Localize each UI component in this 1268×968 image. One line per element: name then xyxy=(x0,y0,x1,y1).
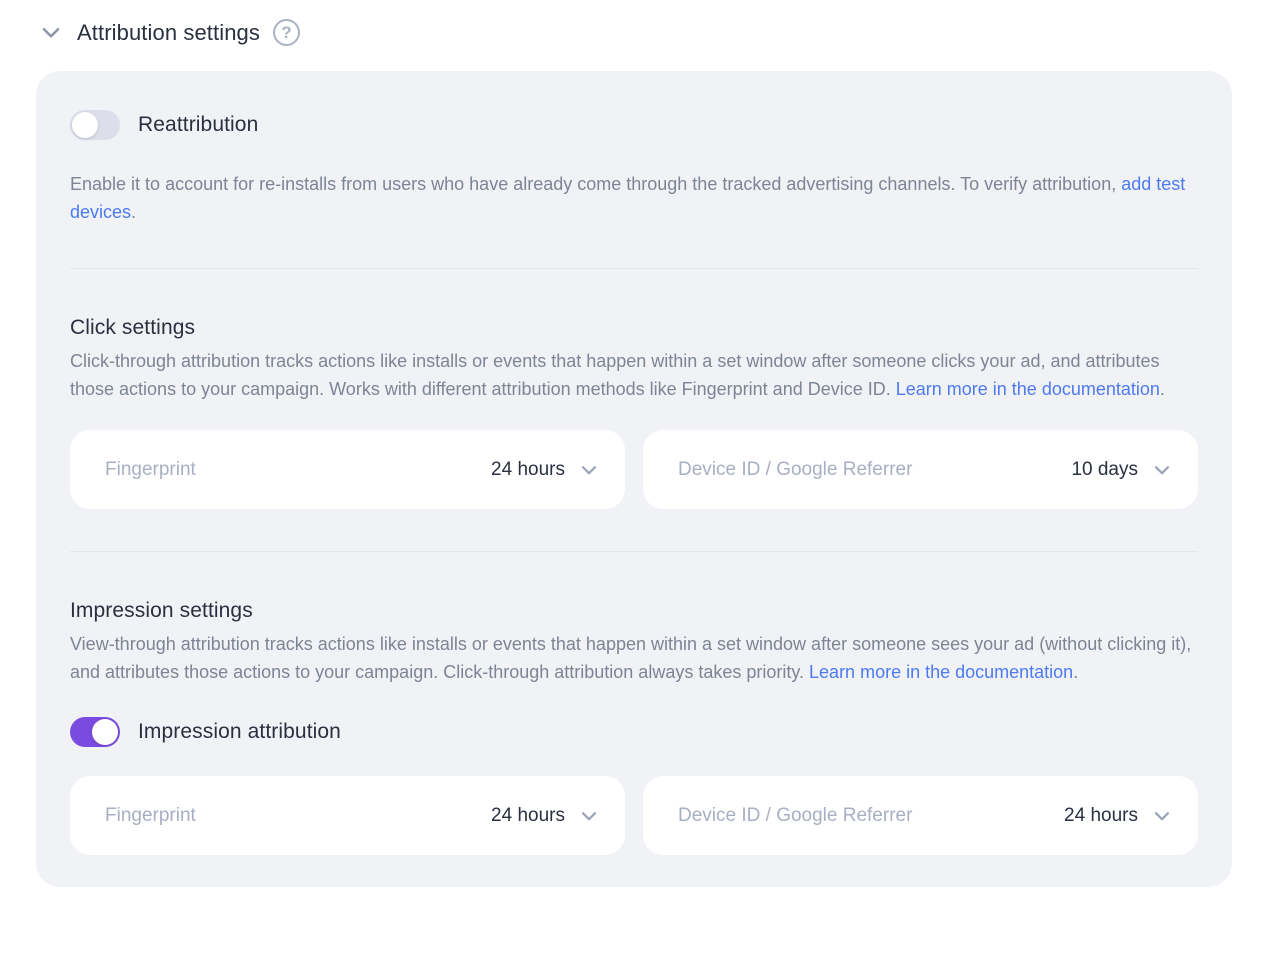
impression-settings-description: View-through attribution tracks actions … xyxy=(70,630,1198,686)
impression-attribution-toggle[interactable] xyxy=(70,717,120,747)
click-fingerprint-select[interactable]: Fingerprint 24 hours xyxy=(70,430,625,509)
click-settings-docs-link[interactable]: Learn more in the documentation xyxy=(896,379,1160,399)
select-value: 24 hours xyxy=(1064,805,1138,827)
click-settings-fields: Fingerprint 24 hours Device ID / Google … xyxy=(70,430,1198,509)
section-divider xyxy=(70,551,1198,552)
chevron-down-icon xyxy=(1151,805,1173,827)
chevron-down-icon xyxy=(578,805,600,827)
select-label: Fingerprint xyxy=(105,459,196,481)
select-value-wrap: 24 hours xyxy=(491,459,600,481)
click-settings-heading: Click settings xyxy=(70,316,1198,340)
reattribution-toggle[interactable] xyxy=(70,110,120,140)
attribution-settings-panel: Reattribution Enable it to account for r… xyxy=(36,71,1232,887)
select-value: 24 hours xyxy=(491,459,565,481)
impression-fingerprint-select[interactable]: Fingerprint 24 hours xyxy=(70,776,625,855)
select-value-wrap: 24 hours xyxy=(491,805,600,827)
click-settings-description-period: . xyxy=(1160,379,1165,399)
select-value-wrap: 24 hours xyxy=(1064,805,1173,827)
reattribution-label: Reattribution xyxy=(138,113,258,137)
help-icon[interactable]: ? xyxy=(273,19,300,46)
page-title: Attribution settings xyxy=(77,20,260,46)
select-label: Fingerprint xyxy=(105,805,196,827)
chevron-down-icon xyxy=(578,459,600,481)
select-value: 10 days xyxy=(1071,459,1138,481)
click-device-id-select[interactable]: Device ID / Google Referrer 10 days xyxy=(643,430,1198,509)
impression-settings-description-period: . xyxy=(1073,662,1078,682)
click-settings-description: Click-through attribution tracks actions… xyxy=(70,347,1198,403)
reattribution-description-text: Enable it to account for re-installs fro… xyxy=(70,174,1121,194)
chevron-down-icon[interactable] xyxy=(38,20,64,46)
toggle-knob xyxy=(92,719,118,745)
chevron-down-icon xyxy=(1151,459,1173,481)
section-divider xyxy=(70,268,1198,269)
toggle-knob xyxy=(72,112,98,138)
reattribution-description-period: . xyxy=(131,202,136,222)
select-value: 24 hours xyxy=(491,805,565,827)
click-settings-section: Click settings Click-through attribution… xyxy=(70,316,1198,509)
attribution-settings-header: Attribution settings ? xyxy=(38,19,1268,46)
impression-attribution-toggle-row: Impression attribution xyxy=(70,717,1198,747)
impression-settings-fields: Fingerprint 24 hours Device ID / Google … xyxy=(70,776,1198,855)
impression-settings-docs-link[interactable]: Learn more in the documentation xyxy=(809,662,1073,682)
select-value-wrap: 10 days xyxy=(1071,459,1173,481)
reattribution-description: Enable it to account for re-installs fro… xyxy=(70,170,1198,226)
select-label: Device ID / Google Referrer xyxy=(678,459,912,481)
impression-settings-heading: Impression settings xyxy=(70,599,1198,623)
reattribution-toggle-row: Reattribution xyxy=(70,110,1198,140)
impression-device-id-select[interactable]: Device ID / Google Referrer 24 hours xyxy=(643,776,1198,855)
select-label: Device ID / Google Referrer xyxy=(678,805,912,827)
impression-settings-section: Impression settings View-through attribu… xyxy=(70,599,1198,855)
impression-attribution-label: Impression attribution xyxy=(138,720,341,744)
